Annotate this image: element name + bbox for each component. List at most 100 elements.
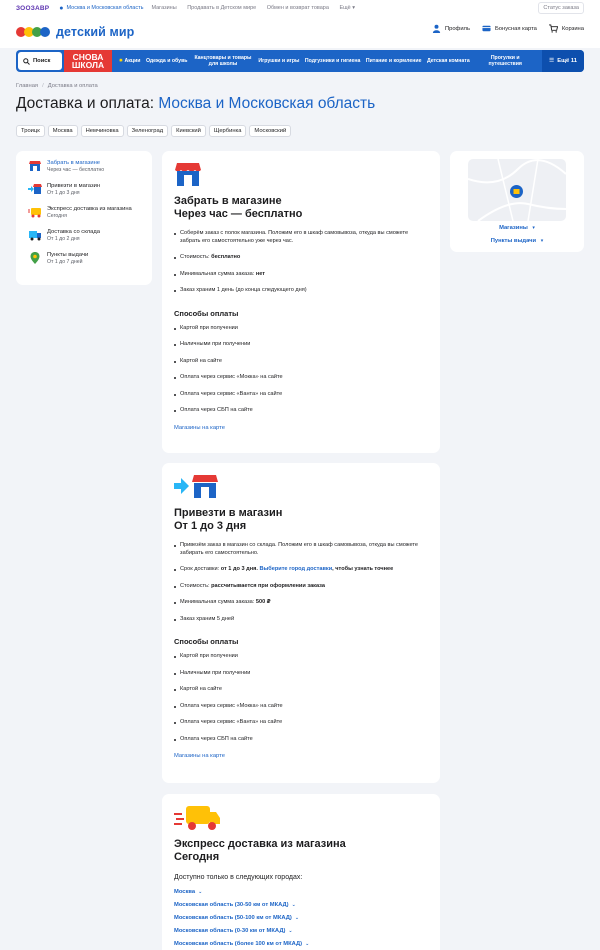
payment-method: Оплата через сервис «Мокка» на сайте	[174, 703, 428, 711]
breadcrumb: Главная / Доставка и оплата	[16, 83, 98, 89]
card-subtitle: Через час — бесплатно	[174, 208, 303, 220]
available-cities-text: Доступно только в следующих городах:	[174, 874, 303, 881]
nav-item-food[interactable]: Питание и кормление	[366, 58, 422, 64]
nav-item-toys[interactable]: Игрушки и игры	[258, 58, 299, 64]
header: детский мир Профиль Бонусная карта Корзи…	[0, 16, 600, 48]
more-categories-button[interactable]: ☰ Ещё 11	[542, 50, 584, 72]
city-chip[interactable]: Немчиновка	[80, 125, 124, 137]
card-subtitle: Сегодня	[174, 851, 220, 863]
payment-method: Картой при получении	[174, 653, 428, 661]
city-chips: Троицк Москва Немчиновка Зеленоград Киев…	[16, 125, 292, 137]
payment-method: Картой при получении	[174, 325, 428, 333]
top-link-more[interactable]: Ещё ▾	[339, 5, 355, 11]
payment-method: Наличными при получении	[174, 341, 428, 349]
card-icon	[482, 25, 491, 32]
nav-item-stationery[interactable]: Канцтовары и товары для школы	[193, 55, 253, 67]
store-icon	[175, 163, 201, 186]
sidebar-item-to-store[interactable]: Привезти в магазин От 1 до 3 дня	[28, 183, 152, 197]
sidebar-label: Экспресс доставка из магазина	[47, 206, 132, 212]
city-chip[interactable]: Киевский	[171, 125, 206, 137]
location-pin-icon: ●	[59, 4, 64, 12]
top-link-stores[interactable]: Магазины	[151, 5, 176, 11]
express-delivery-card: Экспресс доставка из магазина Сегодня До…	[162, 794, 440, 950]
cart-icon	[548, 24, 558, 33]
info-bullet: Привезём заказ в магазин со склада. Поло…	[174, 542, 428, 557]
info-bullet: Соберём заказ с полок магазина. Положим …	[174, 230, 428, 245]
menu-icon: ☰	[549, 58, 555, 64]
city-chip[interactable]: Московский	[249, 125, 292, 137]
nav-item-promo[interactable]: ✸ Акции	[119, 58, 141, 64]
sidebar-item-warehouse[interactable]: Доставка со склада От 1 до 2 дня	[28, 229, 152, 243]
city-chip[interactable]: Зеленоград	[126, 125, 169, 137]
card-title: Привезти в магазин	[174, 507, 283, 519]
info-bullet: Минимальная сумма заказа: нет	[174, 271, 428, 279]
location-selector[interactable]: Москва и Московская область	[67, 5, 144, 11]
sidebar-item-express[interactable]: Экспресс доставка из магазина Сегодня	[28, 206, 152, 220]
payment-method: Оплата через СБП на сайте	[174, 407, 428, 415]
city-chip[interactable]: Москва	[47, 125, 78, 137]
express-city-accordion[interactable]: Московская область (30-50 км от МКАД) ⌄	[174, 902, 428, 909]
logo[interactable]: детский мир	[16, 25, 134, 39]
card-title: Экспресс доставка из магазина	[174, 838, 346, 850]
sidebar-sub: От 1 до 2 дня	[47, 236, 80, 242]
title-city-selector[interactable]: Москва и Московская область	[158, 95, 375, 112]
express-city-accordion[interactable]: Московская область (более 100 км от МКАД…	[174, 941, 428, 948]
more-label: Ещё 11	[557, 58, 577, 64]
payment-method: Картой на сайте	[174, 358, 428, 366]
bonus-card-button[interactable]: Бонусная карта	[482, 24, 537, 33]
choose-city-link[interactable]: Выберите город доставки	[259, 566, 332, 572]
sidebar-label: Пункты выдачи	[47, 252, 89, 258]
chevron-down-icon: ⌄	[305, 941, 310, 947]
city-chip[interactable]: Щербинка	[208, 125, 247, 137]
profile-button[interactable]: Профиль	[432, 24, 470, 33]
stores-on-map-link[interactable]: Магазины на карте	[174, 753, 428, 759]
nav-item-kids-room[interactable]: Детская комната	[427, 58, 470, 64]
bonus-label: Бонусная карта	[494, 25, 537, 32]
snova-line2: ШКОЛА	[71, 60, 105, 70]
stores-map-link[interactable]: Магазины ▾	[450, 225, 584, 231]
top-link-returns[interactable]: Обмен и возврат товара	[267, 5, 329, 11]
zoozavr-link[interactable]: ЗООЗАВР	[16, 5, 49, 12]
top-link-sell[interactable]: Продавать в Детском мире	[187, 5, 256, 11]
search-icon	[23, 57, 30, 65]
logo-text: детский мир	[56, 25, 135, 39]
payment-method: Оплата через сервис «Мокка» на сайте	[174, 374, 428, 382]
nav-item-walks[interactable]: Прогулки и путешествия	[475, 55, 535, 67]
express-city-accordion[interactable]: Московская область (50-100 км от МКАД) ⌄	[174, 915, 428, 922]
payments-heading: Способы оплаты	[174, 637, 239, 646]
info-bullet: Заказ храним 1 день (до конца следующего…	[174, 287, 428, 295]
payment-method: Оплата через сервис «Ванта» на сайте	[174, 719, 428, 727]
payment-method: Картой на сайте	[174, 686, 428, 694]
search-button[interactable]: Поиск	[18, 52, 62, 70]
sidebar-sub: Через час — бесплатно	[47, 167, 105, 173]
top-strip: ЗООЗАВР ● Москва и Московская область Ма…	[0, 0, 600, 16]
express-city-accordion[interactable]: Москва ⌄	[174, 889, 428, 896]
truck-icon	[28, 208, 41, 218]
stores-on-map-link[interactable]: Магазины на карте	[174, 425, 428, 431]
sidebar-label: Забрать в магазине	[47, 160, 101, 166]
pickup-points-map-link[interactable]: Пункты выдачи ▾	[450, 238, 584, 244]
city-chip[interactable]: Троицк	[16, 125, 45, 137]
profile-label: Профиль	[444, 25, 470, 32]
express-city-accordion[interactable]: Московская область (0-30 км от МКАД) ⌄	[174, 928, 428, 935]
nav-item-clothes[interactable]: Одежда и обувь	[146, 58, 188, 64]
info-bullet: Заказ храним 5 дней	[174, 616, 428, 624]
nav-item-diapers[interactable]: Подгузники и гигиена	[305, 58, 360, 64]
sidebar-label: Доставка со склада	[47, 229, 101, 235]
order-status-button[interactable]: Статус заказа	[538, 2, 584, 14]
delivery-methods-sidebar: Забрать в магазине Через час — бесплатно …	[16, 151, 152, 285]
cart-button[interactable]: Корзина	[548, 24, 584, 33]
arrow-store-icon	[28, 184, 42, 194]
sidebar-sub: От 1 до 7 дней	[47, 259, 83, 265]
sidebar-item-pickup-points[interactable]: Пункты выдачи От 1 до 7 дней	[28, 252, 152, 266]
info-bullet: Срок доставки: от 1 до 3 дня. Выберите г…	[174, 566, 428, 574]
breadcrumb-current: Доставка и оплата	[47, 83, 98, 89]
breadcrumb-home[interactable]: Главная	[16, 83, 38, 89]
info-bullet: Минимальная сумма заказа: 500 ₽	[174, 599, 428, 607]
chevron-down-icon: ⌄	[294, 915, 300, 921]
top-nav: Магазины Продавать в Детском мире Обмен …	[151, 5, 364, 11]
back-to-school-banner[interactable]: СНОВА ШКОЛА	[64, 50, 112, 72]
sidebar-item-pickup[interactable]: Забрать в магазине Через час — бесплатно	[28, 160, 152, 174]
map-preview[interactable]	[468, 159, 566, 221]
chevron-down-icon: ⌄	[288, 928, 293, 934]
